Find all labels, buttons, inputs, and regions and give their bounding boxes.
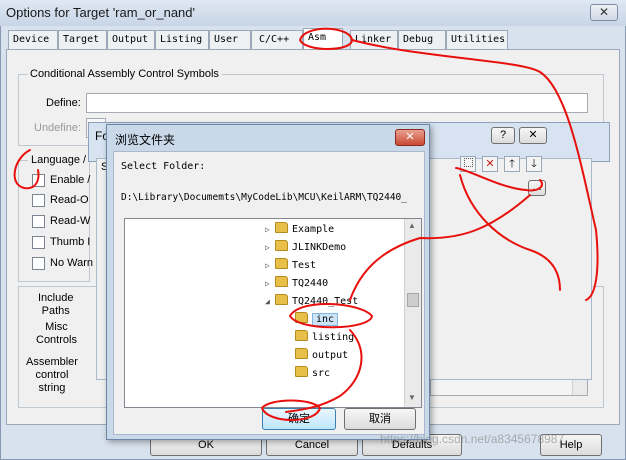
annotation-path-to-tree <box>349 194 531 301</box>
annotation-toolbar-circle <box>455 167 544 192</box>
annotation-inc-to-ok <box>285 329 363 413</box>
annotation-asm-circle <box>298 27 354 50</box>
annotation-overlay <box>13 27 599 421</box>
annotation-language-circle <box>13 149 40 190</box>
annotation-inc-circle <box>288 303 374 329</box>
annotation-new-folder-hook <box>459 174 561 291</box>
annotation-ok-circle <box>260 399 322 421</box>
annotation-path-to-browse <box>351 39 599 301</box>
